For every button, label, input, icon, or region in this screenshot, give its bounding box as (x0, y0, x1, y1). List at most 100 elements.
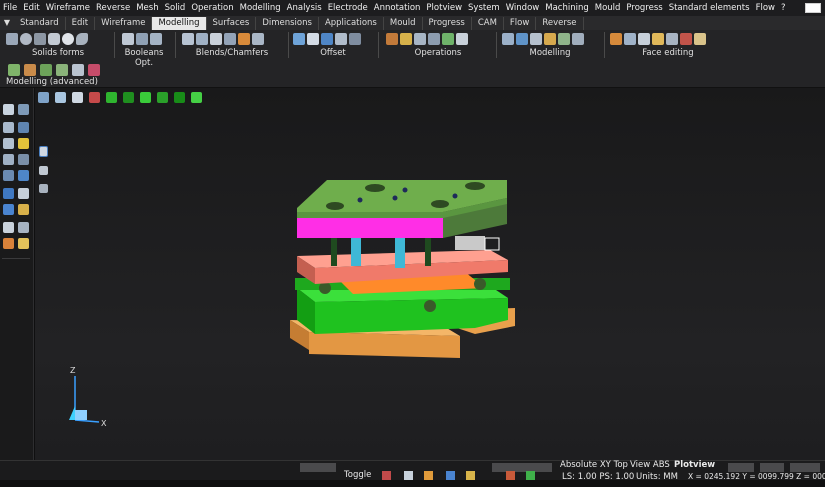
corner-blend-icon[interactable] (238, 33, 250, 45)
offset-face-icon[interactable] (293, 33, 305, 45)
help-icon[interactable] (446, 471, 455, 480)
menu-system[interactable]: System (465, 0, 503, 16)
chevron-down-icon[interactable]: ▼ (0, 16, 14, 30)
measure-icon[interactable] (18, 122, 29, 133)
solid-face-icon[interactable] (516, 33, 528, 45)
extrude-icon[interactable] (442, 33, 454, 45)
shell-icon[interactable] (307, 33, 319, 45)
menu-wireframe[interactable]: Wireframe (43, 0, 93, 16)
shade-icon[interactable] (18, 188, 29, 199)
edge-chamfer-icon[interactable] (252, 33, 264, 45)
tab-applications[interactable]: Applications (319, 17, 384, 30)
zoom-window-icon[interactable] (3, 122, 14, 133)
menu-solid[interactable]: Solid (162, 0, 189, 16)
thicken-icon[interactable] (321, 33, 333, 45)
grid-icon[interactable] (526, 471, 535, 480)
union-icon[interactable] (122, 33, 134, 45)
menu-electrode[interactable]: Electrode (325, 0, 371, 16)
menu-flow[interactable]: Flow (753, 0, 778, 16)
refresh-icon[interactable] (3, 188, 14, 199)
window-restore-button[interactable] (805, 3, 821, 13)
solid-merge-icon[interactable] (558, 33, 570, 45)
patch-face-icon[interactable] (680, 33, 692, 45)
advanced-emboss-icon[interactable] (88, 64, 100, 76)
check-icon[interactable] (18, 138, 29, 149)
menu-mould[interactable]: Mould (592, 0, 624, 16)
cylinder-icon[interactable] (20, 33, 32, 45)
torus-icon[interactable] (76, 33, 88, 45)
view-top-icon[interactable] (123, 91, 134, 103)
help-icon[interactable] (3, 204, 14, 215)
tab-surfaces[interactable]: Surfaces (207, 17, 257, 30)
offset-solid-icon[interactable] (335, 33, 347, 45)
simplify-face-icon[interactable] (694, 33, 706, 45)
pan-icon[interactable] (72, 91, 83, 103)
tab-dimensions[interactable]: Dimensions (256, 17, 319, 30)
cut-icon[interactable] (400, 33, 412, 45)
advanced-surface-icon[interactable] (56, 64, 68, 76)
paint-icon[interactable] (424, 471, 433, 480)
menu-progress[interactable]: Progress (623, 0, 665, 16)
notes-icon[interactable] (18, 238, 29, 249)
select-icon[interactable] (3, 104, 14, 115)
rotate-icon[interactable] (89, 91, 100, 103)
ruler-icon[interactable] (466, 471, 475, 480)
view-cube-icon[interactable] (3, 170, 14, 181)
view-front-icon[interactable] (106, 91, 117, 103)
tab-flow[interactable]: Flow (504, 17, 537, 30)
zoom-out-icon[interactable] (3, 154, 14, 165)
mirror-icon[interactable] (428, 33, 440, 45)
revolve-icon[interactable] (456, 33, 468, 45)
delete-face-icon[interactable] (624, 33, 636, 45)
menu-plotview[interactable]: Plotview (423, 0, 465, 16)
tab-mould[interactable]: Mould (384, 17, 423, 30)
tab-cam[interactable]: CAM (472, 17, 504, 30)
view-iso-icon[interactable] (191, 91, 202, 103)
menu-machining[interactable]: Machining (542, 0, 592, 16)
variable-blend-icon[interactable] (210, 33, 222, 45)
tool-icon[interactable] (404, 471, 413, 480)
page-icon[interactable] (39, 184, 48, 193)
menu-standard-elements[interactable]: Standard elements (666, 0, 753, 16)
menu-edit[interactable]: Edit (20, 0, 42, 16)
menu-help[interactable]: ? (778, 0, 789, 16)
trim-icon[interactable] (18, 104, 29, 115)
menu-file[interactable]: File (0, 0, 20, 16)
zoom-in-icon[interactable] (3, 138, 14, 149)
page-icon[interactable] (39, 166, 48, 175)
subtract-icon[interactable] (136, 33, 148, 45)
solid-edit-icon[interactable] (530, 33, 542, 45)
menu-mesh[interactable]: Mesh (133, 0, 161, 16)
tab-reverse[interactable]: Reverse (536, 17, 584, 30)
prism-icon[interactable] (48, 33, 60, 45)
zoom-fit-icon[interactable] (55, 91, 66, 103)
tab-standard[interactable]: Standard (14, 17, 66, 30)
pattern-icon[interactable] (414, 33, 426, 45)
offset-face-edit-icon[interactable] (666, 33, 678, 45)
advanced-blend-icon[interactable] (40, 64, 52, 76)
split-icon[interactable] (386, 33, 398, 45)
box-icon[interactable] (6, 33, 18, 45)
menu-reverse[interactable]: Reverse (93, 0, 133, 16)
pencil-icon[interactable] (506, 471, 515, 480)
view-back-icon[interactable] (174, 91, 185, 103)
chamfer-icon[interactable] (224, 33, 236, 45)
sphere-icon[interactable] (62, 33, 74, 45)
fillet-icon[interactable] (196, 33, 208, 45)
undo-icon[interactable] (18, 222, 29, 233)
intersect-icon[interactable] (150, 33, 162, 45)
document-icon[interactable] (39, 146, 48, 157)
menu-modelling[interactable]: Modelling (237, 0, 284, 16)
draft-icon[interactable] (349, 33, 361, 45)
solid-block-icon[interactable] (502, 33, 514, 45)
3d-viewport[interactable]: Z X (35, 88, 825, 460)
tab-wireframe[interactable]: Wireframe (95, 17, 153, 30)
tab-modelling[interactable]: Modelling (152, 17, 207, 30)
menu-window[interactable]: Window (503, 0, 543, 16)
menu-analysis[interactable]: Analysis (284, 0, 325, 16)
advanced-loft-icon[interactable] (8, 64, 20, 76)
plane-icon[interactable] (18, 170, 29, 181)
solid-cut-icon[interactable] (572, 33, 584, 45)
advanced-wrap-icon[interactable] (72, 64, 84, 76)
extend-face-icon[interactable] (652, 33, 664, 45)
